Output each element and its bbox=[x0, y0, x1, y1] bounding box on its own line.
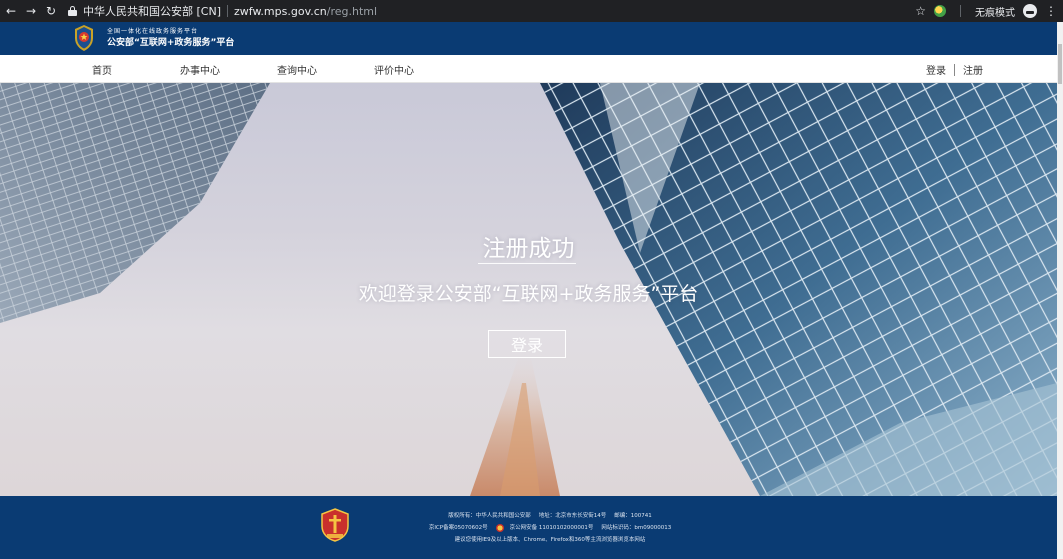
back-arrow-icon[interactable]: ← bbox=[2, 2, 20, 20]
bookmark-star-icon[interactable]: ☆ bbox=[915, 4, 926, 18]
footer-address: 地址：北京市东长安街14号 bbox=[538, 513, 607, 519]
header-subtitle: 全国一体化在线政务服务平台 bbox=[107, 28, 199, 35]
nav-item-query-center[interactable]: 查询中心 bbox=[277, 62, 317, 77]
certificate-label: 中华人民共和国公安部 [CN] bbox=[83, 5, 221, 18]
site-footer: 版权所有：中华人民共和国公安部 地址：北京市东长安街14号 邮编：100741 … bbox=[0, 496, 1057, 559]
footer-security-record[interactable]: 京公网安备 11010102000001号 bbox=[510, 522, 594, 534]
public-security-icon bbox=[495, 524, 504, 532]
page-scrollbar[interactable] bbox=[1057, 22, 1063, 559]
reload-icon[interactable]: ↻ bbox=[42, 2, 60, 20]
hero-banner: 注册成功 欢迎登录公安部“互联网+政务服务”平台 登录 bbox=[0, 83, 1057, 496]
url-path: /reg.html bbox=[326, 4, 378, 18]
lock-icon bbox=[68, 6, 77, 16]
browser-toolbar: ← → ↻ 中华人民共和国公安部 [CN] zwfw.mps.gov.cn/re… bbox=[0, 0, 1063, 22]
police-emblem-icon bbox=[75, 25, 93, 51]
footer-browser-note: 建议您使用IE9及以上版本、Chrome、Firefox和360等主流浏览器浏览… bbox=[454, 537, 646, 543]
incognito-icon[interactable] bbox=[1023, 4, 1037, 18]
footer-icp[interactable]: 京ICP备案05070602号 bbox=[429, 522, 488, 534]
title-underline bbox=[478, 263, 576, 264]
nav-divider bbox=[954, 63, 955, 76]
address-divider bbox=[227, 5, 228, 17]
incognito-label: 无痕模式 bbox=[975, 7, 1015, 19]
footer-postcode: 邮编：100741 bbox=[614, 513, 652, 519]
site-title[interactable]: 公安部“互联网+政务服务”平台 bbox=[107, 37, 234, 49]
nav-item-service-center[interactable]: 办事中心 bbox=[180, 62, 220, 77]
nav-register-link[interactable]: 注册 bbox=[963, 62, 983, 77]
login-button[interactable]: 登录 bbox=[488, 330, 566, 358]
nav-item-home[interactable]: 首页 bbox=[92, 62, 112, 77]
welcome-message: 欢迎登录公安部“互联网+政务服务”平台 bbox=[358, 283, 699, 305]
toolbar-divider bbox=[960, 5, 961, 17]
success-title: 注册成功 bbox=[482, 236, 575, 262]
site-header: 全国一体化在线政务服务平台 公安部“互联网+政务服务”平台 bbox=[0, 22, 1063, 55]
main-nav: 首页 办事中心 查询中心 评价中心 登录 注册 bbox=[0, 55, 1063, 83]
address-bar[interactable]: 中华人民共和国公安部 [CN] zwfw.mps.gov.cn/reg.html bbox=[68, 2, 377, 20]
footer-site-id: 网站标识码：bm09000013 bbox=[601, 525, 672, 531]
menu-dots-icon[interactable]: ⋮ bbox=[1045, 4, 1057, 18]
forward-arrow-icon[interactable]: → bbox=[22, 2, 40, 20]
scrollbar-thumb[interactable] bbox=[1058, 44, 1062, 84]
nav-login-link[interactable]: 登录 bbox=[926, 62, 946, 77]
url-host: zwfw.mps.gov.cn bbox=[234, 4, 327, 18]
nav-item-evaluation-center[interactable]: 评价中心 bbox=[374, 62, 414, 77]
extension-icon[interactable] bbox=[934, 5, 946, 17]
government-badge-icon[interactable] bbox=[320, 508, 350, 542]
footer-copyright: 版权所有：中华人民共和国公安部 bbox=[448, 513, 531, 519]
